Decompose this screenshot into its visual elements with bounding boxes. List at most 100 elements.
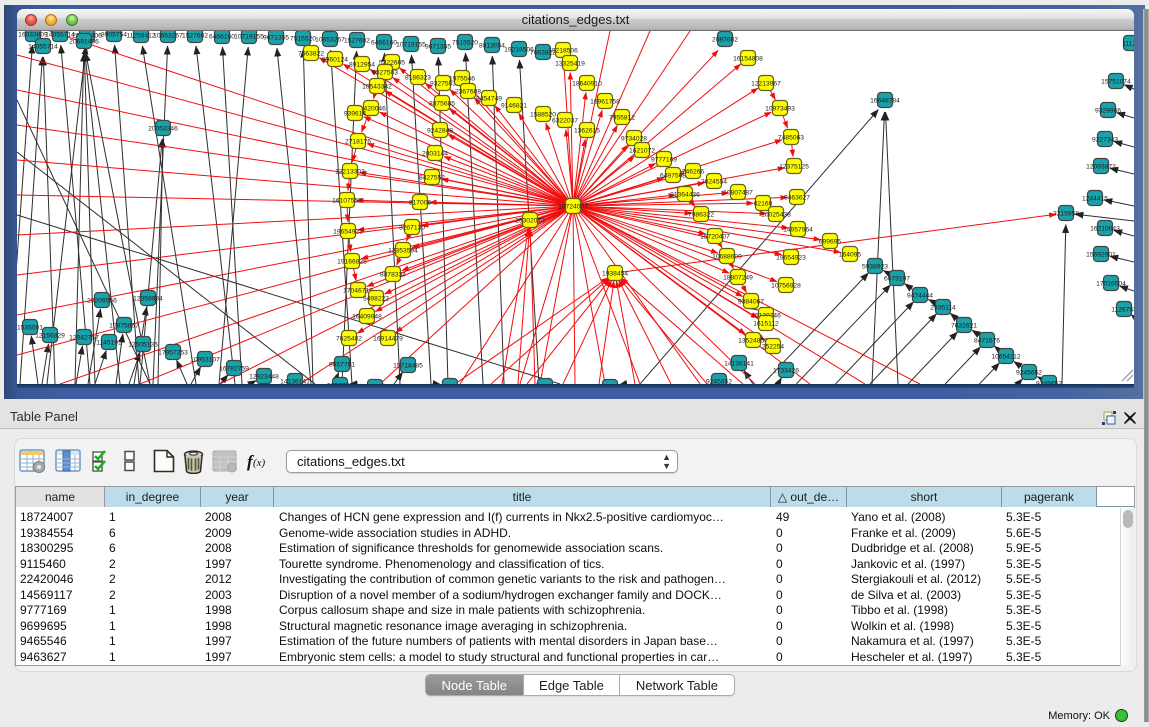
svg-text:12359934: 12359934 [133, 296, 163, 303]
svg-text:10807487: 10807487 [723, 190, 753, 197]
svg-text:1527602: 1527602 [344, 38, 370, 45]
svg-text:17016504: 17016504 [1096, 281, 1126, 288]
svg-text:252254: 252254 [762, 344, 785, 351]
svg-text:1621072: 1621072 [629, 148, 655, 155]
svg-text:12213967: 12213967 [751, 81, 781, 88]
svg-text:16033809: 16033809 [18, 32, 48, 39]
svg-text:15692901: 15692901 [1086, 252, 1116, 259]
svg-text:2803144: 2803144 [422, 151, 448, 158]
svg-text:16409948: 16409948 [352, 314, 382, 321]
svg-text:12923448: 12923448 [249, 374, 279, 381]
svg-text:9327503: 9327503 [372, 70, 398, 77]
svg-text:10953107: 10953107 [190, 357, 220, 364]
svg-text:9146821: 9146821 [501, 103, 527, 110]
svg-text:7663822: 7663822 [298, 51, 324, 58]
svg-text:8813054: 8813054 [479, 43, 505, 50]
svg-text:7632621: 7632621 [951, 323, 977, 330]
svg-text:14136141: 14136141 [724, 361, 754, 368]
svg-text:6466160: 6466160 [371, 40, 397, 47]
svg-text:10719155: 10719155 [396, 42, 426, 49]
svg-text:8186323: 8186323 [405, 75, 431, 82]
svg-text:7485063: 7485063 [778, 135, 804, 142]
svg-text:6322037: 6322037 [552, 118, 578, 125]
svg-text:10975867: 10975867 [109, 323, 139, 330]
svg-text:1733426: 1733426 [773, 368, 799, 375]
svg-text:817006: 817006 [409, 200, 432, 207]
svg-text:8878334: 8878334 [380, 272, 406, 279]
svg-text:10653267: 10653267 [315, 37, 345, 44]
svg-text:9245652: 9245652 [1016, 370, 1042, 377]
svg-text:12942757: 12942757 [69, 335, 99, 342]
svg-text:9242848: 9242848 [427, 128, 453, 135]
svg-text:1244415: 1244415 [1082, 196, 1108, 203]
svg-text:10688609: 10688609 [712, 254, 742, 261]
svg-text:3267130: 3267130 [399, 225, 425, 232]
svg-text:12353594: 12353594 [388, 248, 418, 255]
svg-text:7515520: 7515520 [290, 36, 316, 43]
svg-text:18807249: 18807249 [723, 275, 753, 282]
svg-text:16154808: 16154808 [733, 56, 763, 63]
svg-text:7955812: 7955812 [609, 115, 635, 122]
svg-text:9384067: 9384067 [738, 299, 764, 306]
svg-text:8427552: 8427552 [419, 175, 445, 182]
svg-text:7986322: 7986322 [688, 212, 714, 219]
svg-text:11122: 11122 [1122, 41, 1134, 48]
svg-text:9227343: 9227343 [1092, 137, 1118, 144]
svg-text:16961758: 16961758 [590, 99, 620, 106]
svg-text:14055714: 14055714 [28, 44, 58, 51]
svg-text:6679197: 6679197 [884, 276, 910, 283]
svg-text:12213303: 12213303 [335, 169, 365, 176]
svg-text:14957964: 14957964 [783, 227, 813, 234]
svg-text:10719155: 10719155 [234, 34, 264, 41]
svg-text:12156829: 12156829 [35, 333, 65, 340]
svg-text:9777169: 9777169 [651, 157, 677, 164]
svg-text:9734028: 9734028 [621, 136, 647, 143]
svg-text:9329966: 9329966 [1095, 108, 1121, 115]
svg-text:12375125: 12375125 [779, 164, 809, 171]
svg-text:9671355: 9671355 [263, 35, 289, 42]
svg-text:8912954: 8912954 [349, 62, 375, 69]
svg-text:9463627: 9463627 [784, 195, 810, 202]
svg-text:1938454: 1938454 [602, 271, 628, 278]
svg-text:746266: 746266 [682, 169, 705, 176]
svg-text:16914479: 16914479 [373, 336, 403, 343]
svg-text:19654923: 19654923 [333, 229, 363, 236]
svg-text:10025438: 10025438 [761, 212, 791, 219]
svg-text:1975546: 1975546 [449, 76, 475, 83]
svg-text:9657791: 9657791 [329, 362, 355, 369]
svg-text:10973493: 10973493 [765, 106, 795, 113]
svg-text:8471676: 8471676 [974, 338, 1000, 345]
svg-text:16107553: 16107553 [332, 198, 362, 205]
svg-text:13325419: 13325419 [555, 61, 585, 68]
svg-text:25302073: 25302073 [515, 218, 545, 225]
svg-text:3215958: 3215958 [1053, 211, 1079, 218]
svg-text:1126753: 1126753 [1111, 307, 1134, 314]
svg-text:2935114: 2935114 [930, 305, 956, 312]
svg-text:2367608: 2367608 [455, 89, 481, 96]
svg-text:1527602: 1527602 [182, 33, 208, 40]
svg-text:1145191: 1145191 [96, 340, 122, 347]
svg-text:19166825: 19166825 [337, 259, 367, 266]
svg-text:20053346: 20053346 [148, 126, 178, 133]
svg-text:10654112: 10654112 [991, 354, 1021, 361]
svg-text:10543342: 10543342 [362, 84, 392, 91]
svg-text:2087682: 2087682 [712, 37, 738, 44]
svg-text:19218506: 19218506 [548, 48, 578, 55]
svg-text:16782759: 16782759 [219, 366, 249, 373]
svg-text:9671355: 9671355 [425, 44, 451, 51]
svg-text:15720407: 15720407 [700, 234, 730, 241]
svg-text:7515520: 7515520 [452, 40, 478, 47]
svg-text:10653267: 10653267 [153, 33, 183, 40]
svg-text:939614: 939614 [344, 111, 367, 118]
svg-text:8875685: 8875685 [429, 101, 455, 108]
svg-text:14055714: 14055714 [45, 32, 75, 39]
svg-text:(x): (x) [253, 457, 266, 469]
svg-text:9498222: 9498222 [363, 296, 389, 303]
svg-text:1362615: 1362615 [574, 128, 600, 135]
svg-text:16648784: 16648784 [870, 98, 900, 105]
svg-text:19654923: 19654923 [776, 255, 806, 262]
svg-text:11259412: 11259412 [126, 33, 156, 40]
svg-text:8960124: 8960124 [322, 57, 348, 64]
svg-text:2718176: 2718176 [345, 139, 371, 146]
svg-text:699695: 699695 [819, 239, 842, 246]
